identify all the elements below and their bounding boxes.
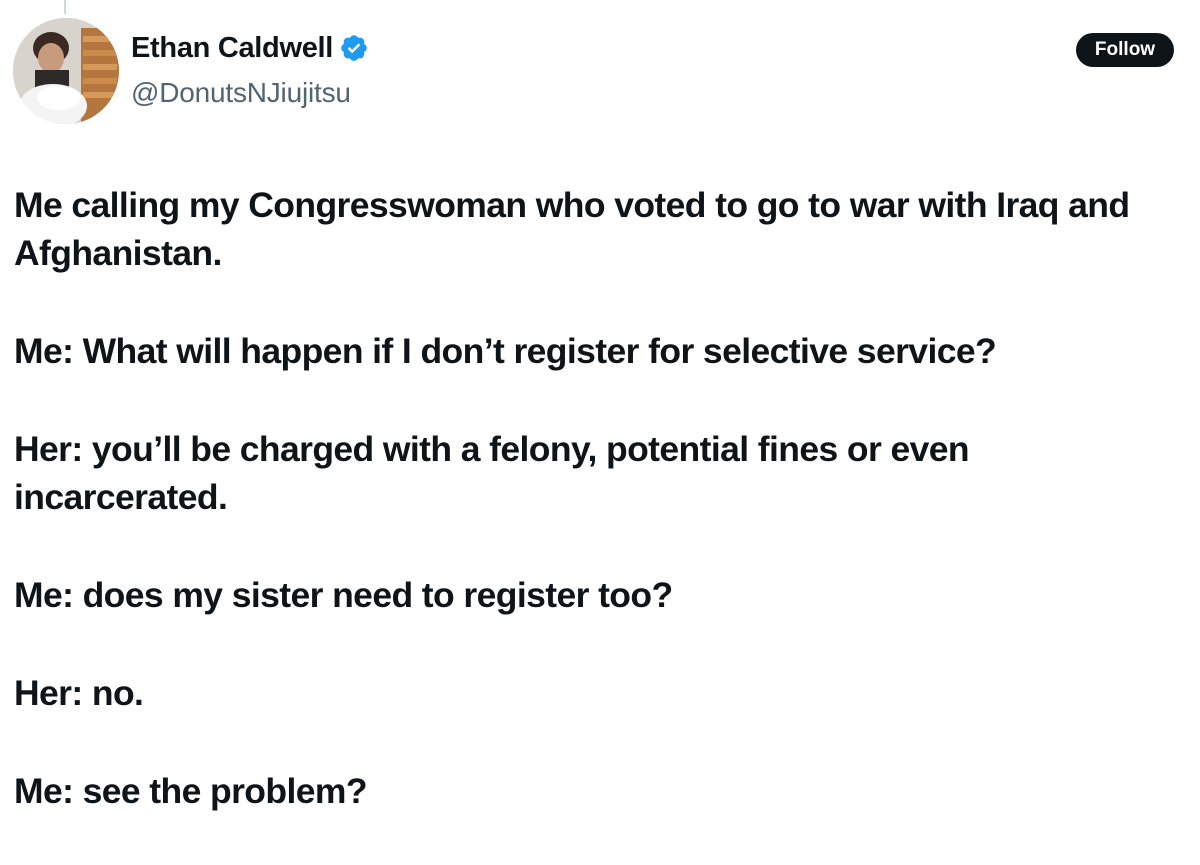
tweet-paragraph: Her: you’ll be charged with a felony, po… — [14, 429, 970, 517]
author-avatar[interactable] — [13, 18, 119, 124]
thread-connector-line — [64, 0, 66, 14]
tweet-paragraph: Me: What will happen if I don’t register… — [14, 331, 997, 371]
follow-button[interactable]: Follow — [1076, 33, 1174, 67]
tweet-paragraph: Her: no. — [14, 673, 144, 713]
author-handle[interactable]: @DonutsNJiujitsu — [131, 75, 351, 111]
tweet-paragraph: Me: does my sister need to register too? — [14, 575, 673, 615]
avatar-photo — [13, 18, 119, 124]
tweet-paragraph: Me calling my Congresswoman who voted to… — [14, 185, 1130, 273]
tweet-text: Me calling my Congresswoman who voted to… — [14, 181, 1186, 865]
tweet-paragraph: Me: see the problem? — [14, 771, 368, 811]
author-display-name[interactable]: Ethan Caldwell — [131, 29, 333, 67]
verified-badge-icon — [339, 33, 369, 63]
author-name-row: Ethan Caldwell — [131, 29, 369, 67]
